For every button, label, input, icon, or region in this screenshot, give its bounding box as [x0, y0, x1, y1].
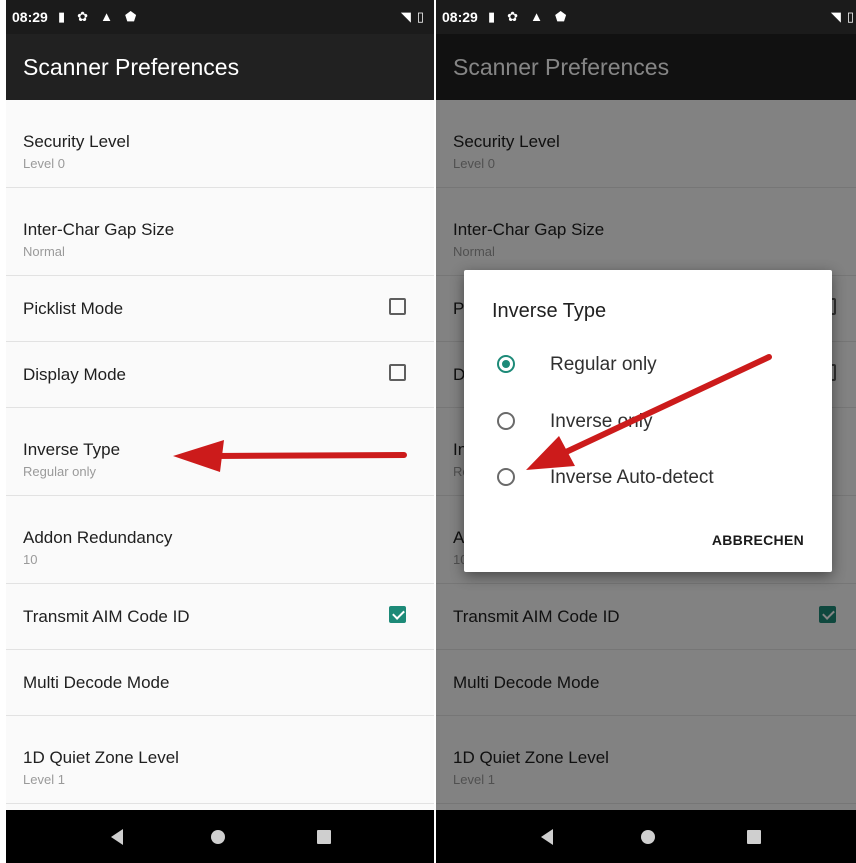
warning-icon: ▲	[100, 9, 113, 24]
battery-icon: ▯	[846, 9, 854, 24]
transmit-aim-code-id-checkbox[interactable]	[389, 606, 406, 623]
page-title: Scanner Preferences	[23, 54, 240, 80]
setting-multi-decode-mode[interactable]: Multi Decode Mode	[6, 650, 434, 716]
setting-label: Display Mode	[23, 365, 126, 384]
battery-saver-icon: ▮	[488, 9, 496, 24]
setting-label: Inverse Type	[23, 440, 121, 459]
option-inverse-only[interactable]: Inverse only	[464, 402, 832, 442]
navigation-bar	[436, 810, 856, 863]
recents-icon[interactable]	[317, 830, 331, 844]
radio-unselected-icon[interactable]	[497, 412, 515, 430]
setting-value: Regular only	[23, 464, 96, 479]
setting-label: Transmit AIM Code ID	[23, 607, 190, 626]
app-bar: Scanner Preferences	[6, 34, 434, 100]
wifi-icon: ◥	[830, 9, 841, 24]
phone-screen-dialog: 08:29 ▮ ✿ ▲ ⬟ ◥ ▯ Scanner Preferences Se…	[436, 0, 856, 863]
setting-security-level[interactable]: Security Level Level 0	[6, 100, 434, 188]
home-icon[interactable]	[211, 830, 225, 844]
inverse-type-dialog: Inverse Type Regular only Inverse only I…	[464, 270, 832, 572]
setting-1d-quiet-zone-level[interactable]: 1D Quiet Zone Level Level 1	[6, 716, 434, 804]
gear-icon: ✿	[77, 9, 89, 24]
back-icon[interactable]	[541, 829, 553, 845]
recents-icon[interactable]	[747, 830, 761, 844]
navigation-bar	[6, 810, 434, 863]
setting-display-mode[interactable]: Display Mode	[6, 342, 434, 408]
setting-label: 1D Quiet Zone Level	[23, 748, 179, 767]
setting-label: Security Level	[23, 132, 130, 151]
setting-value: Level 1	[23, 772, 65, 787]
setting-label: Inter-Char Gap Size	[23, 220, 175, 239]
radio-selected-icon[interactable]	[497, 355, 515, 373]
option-inverse-auto-detect[interactable]: Inverse Auto-detect	[464, 458, 832, 498]
setting-label: Picklist Mode	[23, 299, 124, 318]
settings-list: Security Level Level 0 Inter-Char Gap Si…	[6, 100, 434, 804]
shield-icon: ⬟	[554, 9, 567, 24]
setting-value: Normal	[23, 244, 65, 259]
setting-addon-redundancy[interactable]: Addon Redundancy 10	[6, 496, 434, 584]
option-label: Inverse Auto-detect	[550, 467, 714, 488]
back-icon[interactable]	[111, 829, 123, 845]
wifi-icon: ◥	[400, 9, 411, 24]
option-label: Regular only	[550, 354, 657, 375]
status-time: 08:29	[12, 9, 48, 25]
setting-value: 10	[23, 552, 38, 567]
battery-saver-icon: ▮	[58, 9, 66, 24]
option-regular-only[interactable]: Regular only	[464, 345, 832, 385]
option-label: Inverse only	[550, 411, 653, 432]
phone-screen-settings: 08:29 ▮ ✿ ▲ ⬟ ◥ ▯ Scanner Preferences Se…	[6, 0, 434, 863]
cancel-button[interactable]: ABBRECHEN	[712, 532, 804, 548]
home-icon[interactable]	[641, 830, 655, 844]
setting-picklist-mode[interactable]: Picklist Mode	[6, 276, 434, 342]
dialog-title: Inverse Type	[492, 300, 607, 322]
setting-label: Addon Redundancy	[23, 528, 173, 547]
battery-icon: ▯	[416, 9, 424, 24]
radio-unselected-icon[interactable]	[497, 468, 515, 486]
setting-inverse-type[interactable]: Inverse Type Regular only	[6, 408, 434, 496]
setting-label: Multi Decode Mode	[23, 673, 170, 692]
gear-icon: ✿	[507, 9, 519, 24]
status-bar: 08:29 ▮ ✿ ▲ ⬟ ◥ ▯	[6, 0, 434, 34]
setting-inter-char-gap-size[interactable]: Inter-Char Gap Size Normal	[6, 188, 434, 276]
picklist-mode-checkbox[interactable]	[389, 298, 406, 315]
warning-icon: ▲	[530, 9, 543, 24]
shield-icon: ⬟	[124, 9, 137, 24]
status-bar: 08:29 ▮ ✿ ▲ ⬟ ◥ ▯	[436, 0, 856, 34]
status-time: 08:29	[442, 9, 478, 25]
setting-transmit-aim-code-id[interactable]: Transmit AIM Code ID	[6, 584, 434, 650]
display-mode-checkbox[interactable]	[389, 364, 406, 381]
setting-value: Level 0	[23, 156, 65, 171]
